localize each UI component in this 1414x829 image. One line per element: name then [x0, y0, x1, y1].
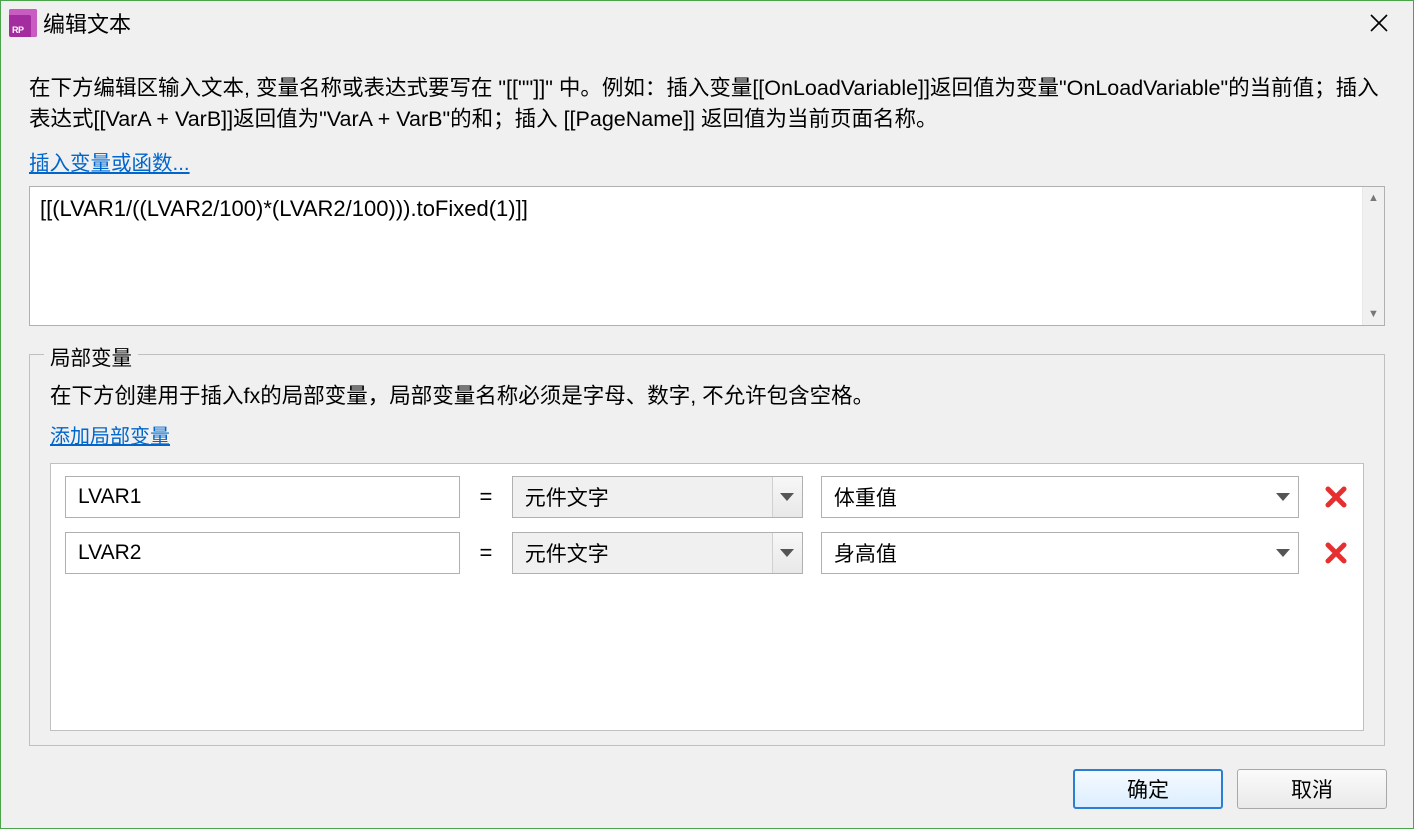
equals-label: = — [478, 484, 494, 510]
add-local-variable-link[interactable]: 添加局部变量 — [50, 420, 1364, 449]
variable-row: = 元件文字 身高值 — [65, 532, 1349, 574]
dialog-edit-text: RP 编辑文本 在下方编辑区输入文本, 变量名称或表达式要写在 "[[""]]"… — [0, 0, 1414, 829]
insert-variable-link[interactable]: 插入变量或函数... — [29, 146, 1385, 176]
variable-type-value: 元件文字 — [513, 538, 772, 568]
dialog-title: 编辑文本 — [43, 7, 131, 39]
app-icon: RP — [9, 9, 37, 37]
variable-target-value: 体重值 — [822, 482, 1269, 512]
chevron-down-icon — [772, 533, 802, 573]
delete-variable-button[interactable] — [1323, 540, 1349, 566]
dialog-footer: 确定 取消 — [1, 766, 1413, 828]
chevron-down-icon — [1268, 533, 1298, 573]
expression-input[interactable] — [30, 187, 1362, 325]
app-icon-label: RP — [12, 26, 24, 35]
scrollbar[interactable]: ▲ ▼ — [1362, 187, 1384, 325]
delete-icon — [1325, 542, 1347, 564]
variable-type-select[interactable]: 元件文字 — [512, 532, 803, 574]
scroll-down-icon[interactable]: ▼ — [1363, 303, 1384, 325]
scroll-up-icon[interactable]: ▲ — [1363, 187, 1384, 209]
variable-name-input[interactable] — [65, 532, 460, 574]
delete-icon — [1325, 486, 1347, 508]
variable-target-select[interactable]: 体重值 — [821, 476, 1300, 518]
variable-type-value: 元件文字 — [513, 482, 772, 512]
variable-name-input[interactable] — [65, 476, 460, 518]
expression-area: ▲ ▼ — [29, 186, 1385, 326]
local-variables-group: 局部变量 在下方创建用于插入fx的局部变量，局部变量名称必须是字母、数字, 不允… — [29, 354, 1385, 746]
local-variables-help: 在下方创建用于插入fx的局部变量，局部变量名称必须是字母、数字, 不允许包含空格… — [50, 379, 1364, 410]
variable-target-value: 身高值 — [822, 538, 1269, 568]
equals-label: = — [478, 540, 494, 566]
dialog-content: 在下方编辑区输入文本, 变量名称或表达式要写在 "[[""]]" 中。例如：插入… — [1, 45, 1413, 766]
close-icon — [1369, 13, 1389, 33]
titlebar: RP 编辑文本 — [1, 1, 1413, 45]
local-variables-panel: = 元件文字 体重值 — [50, 463, 1364, 731]
help-text: 在下方编辑区输入文本, 变量名称或表达式要写在 "[[""]]" 中。例如：插入… — [29, 73, 1385, 134]
variable-row: = 元件文字 体重值 — [65, 476, 1349, 518]
chevron-down-icon — [1268, 477, 1298, 517]
close-button[interactable] — [1359, 3, 1399, 43]
delete-variable-button[interactable] — [1323, 484, 1349, 510]
variable-target-select[interactable]: 身高值 — [821, 532, 1300, 574]
ok-button[interactable]: 确定 — [1073, 769, 1223, 809]
variable-type-select[interactable]: 元件文字 — [512, 476, 803, 518]
chevron-down-icon — [772, 477, 802, 517]
cancel-button[interactable]: 取消 — [1237, 769, 1387, 809]
local-variables-legend: 局部变量 — [44, 341, 138, 371]
